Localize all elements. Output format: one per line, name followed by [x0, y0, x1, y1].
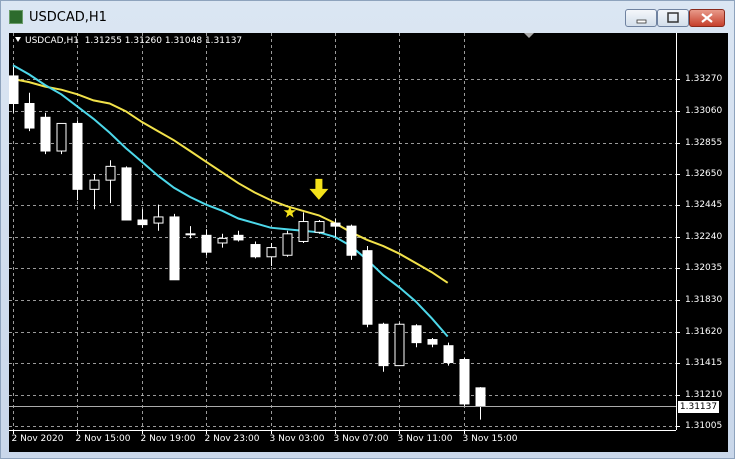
chart-window: USDCAD,H1 USDCAD,H1 1.31255 1.31260 1.31… [0, 0, 735, 459]
bearish-candle [427, 339, 438, 345]
bullish-candle [56, 122, 67, 152]
x-tick-label: 3 Nov 11:00 [397, 434, 453, 444]
y-tick-label: 1.33270 [685, 73, 723, 84]
maximize-button[interactable] [657, 9, 689, 27]
bullish-candle [298, 221, 309, 242]
mt4-chart-icon [9, 10, 23, 24]
bearish-candle [169, 216, 180, 281]
symbol-label: USDCAD,H1 [25, 36, 79, 46]
bullish-candle [394, 323, 405, 367]
price-chart[interactable]: USDCAD,H1 1.31255 1.31260 1.31048 1.3113… [9, 33, 728, 452]
y-tick-label: 1.32240 [685, 231, 723, 242]
y-tick-label: 1.33060 [685, 105, 723, 116]
bearish-candle [475, 387, 486, 407]
ohlc-values: 1.31255 1.31260 1.31048 1.31137 [84, 36, 243, 46]
y-tick-label: 1.31415 [685, 357, 723, 368]
bearish-candle [250, 244, 261, 258]
bullish-candle [89, 179, 100, 190]
sell-arrow-icon [309, 178, 329, 200]
minimize-icon [636, 19, 647, 24]
bullish-candle [217, 237, 228, 244]
bearish-candle [72, 122, 83, 190]
x-tick-label: 2 Nov 2020 [11, 434, 64, 444]
bearish-candle [9, 75, 19, 105]
bearish-candle [233, 234, 244, 241]
y-tick-label: 1.32035 [685, 262, 723, 273]
x-tick-label: 2 Nov 15:00 [75, 434, 131, 444]
bearish-candle [411, 325, 422, 344]
bearish-candle [201, 234, 212, 253]
bearish-candle [378, 323, 389, 367]
close-button[interactable] [689, 9, 725, 27]
maximize-icon [667, 12, 679, 23]
y-tick-label: 1.31005 [685, 420, 723, 431]
y-tick-label: 1.31830 [685, 294, 723, 305]
chart-shift-marker-icon [524, 33, 534, 38]
bearish-candle [459, 358, 470, 405]
x-tick-label: 3 Nov 07:00 [333, 434, 389, 444]
window-title: USDCAD,H1 [29, 10, 107, 25]
bearish-candle [362, 250, 373, 325]
bullish-candle [282, 233, 293, 256]
bearish-candle [121, 167, 132, 221]
minimize-button[interactable] [625, 9, 657, 27]
bearish-candle [330, 222, 341, 227]
x-tick-label: 3 Nov 03:00 [269, 434, 325, 444]
bearish-candle [24, 103, 35, 129]
y-tick-label: 1.31210 [685, 389, 723, 400]
y-tick-label: 1.31620 [685, 326, 723, 337]
y-tick-label: 1.32855 [685, 137, 723, 148]
bullish-candle [153, 216, 164, 224]
x-tick-label: 2 Nov 19:00 [140, 434, 196, 444]
chart-info-line: USDCAD,H1 1.31255 1.31260 1.31048 1.3113… [15, 36, 242, 46]
title-bar[interactable]: USDCAD,H1 [1, 1, 734, 33]
y-tick-label: 1.32650 [685, 168, 723, 179]
bearish-candle [443, 345, 454, 364]
bullish-candle [105, 165, 116, 181]
bullish-candle [314, 221, 325, 233]
x-tick-label: 2 Nov 23:00 [204, 434, 260, 444]
bullish-candle [266, 247, 277, 258]
chart-canvas [9, 33, 680, 434]
close-icon [701, 13, 713, 23]
current-price-label: 1.31137 [678, 400, 719, 413]
collapse-triangle-icon[interactable] [15, 37, 21, 42]
moving-average-line-2 [12, 64, 449, 338]
bullish-candle [185, 233, 196, 236]
bearish-candle [346, 225, 357, 256]
y-tick-label: 1.32445 [685, 199, 723, 210]
bearish-candle [40, 116, 51, 152]
bearish-candle [137, 219, 148, 226]
x-tick-label: 3 Nov 15:00 [462, 434, 518, 444]
